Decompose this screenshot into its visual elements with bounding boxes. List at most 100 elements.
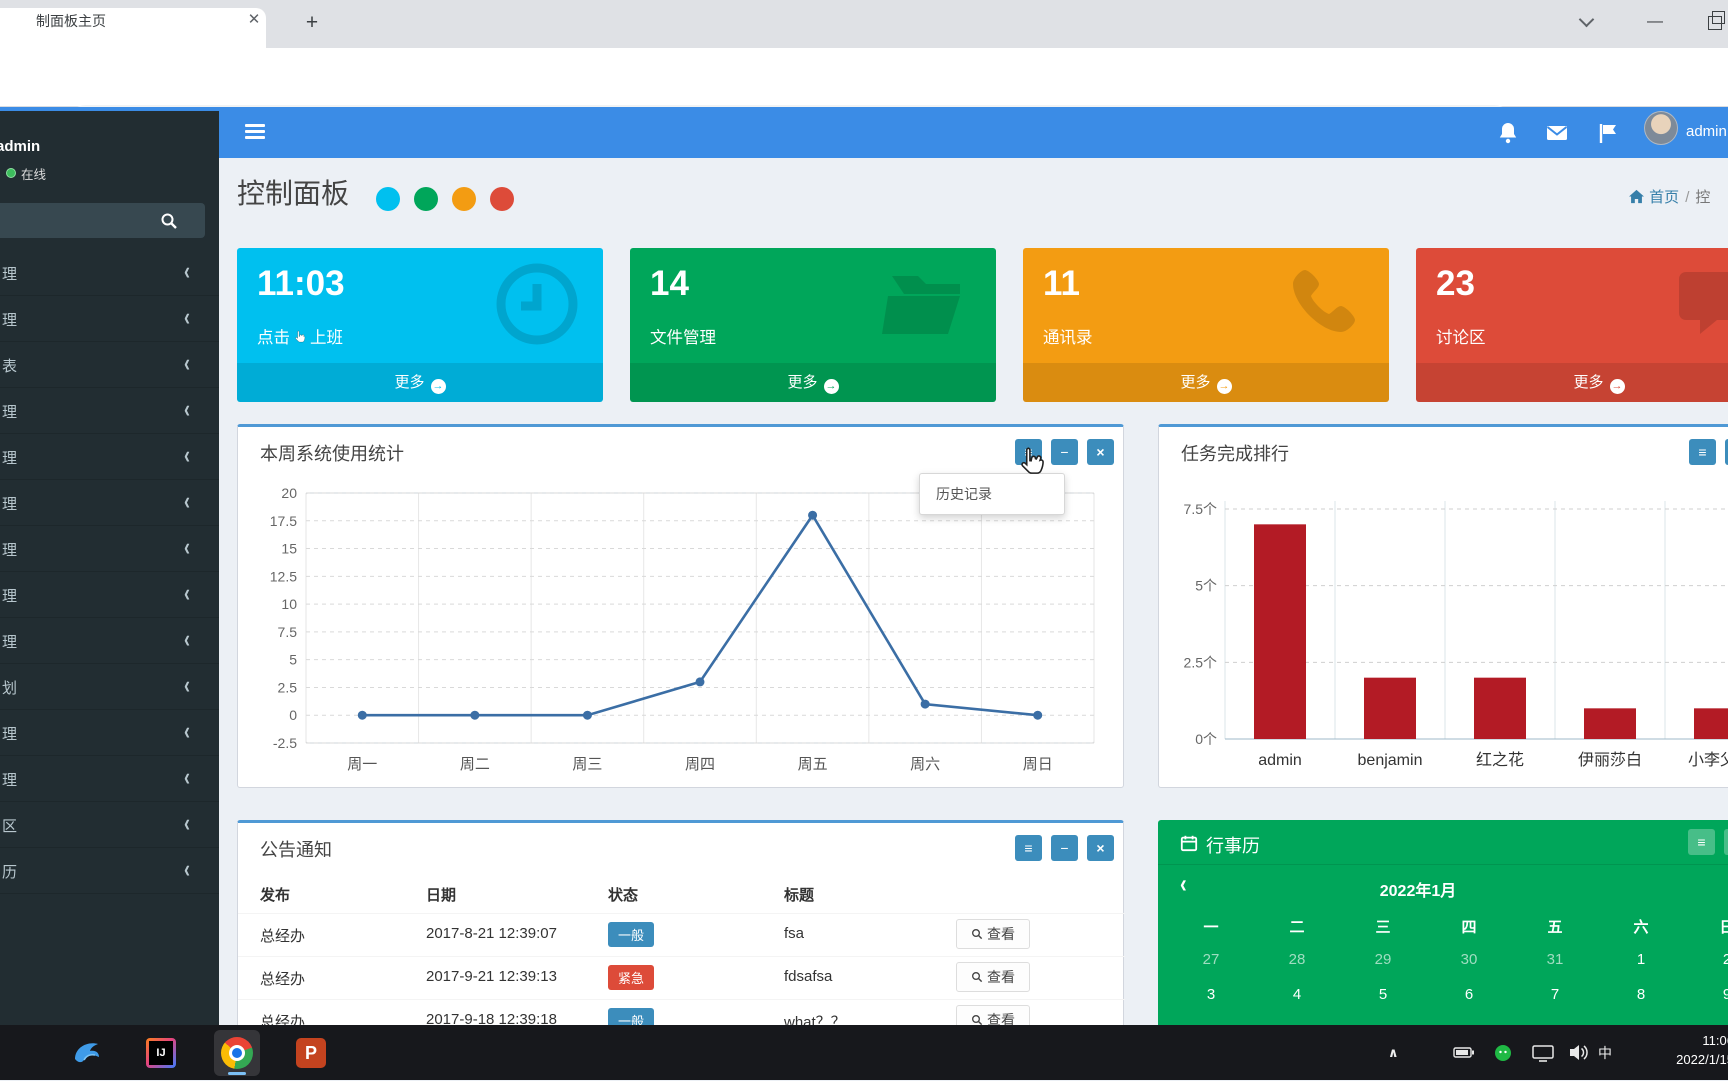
intellij-icon: IJ: [146, 1038, 176, 1068]
calendar-day[interactable]: 31: [1512, 951, 1598, 968]
search-icon[interactable]: [152, 208, 186, 234]
calendar-day[interactable]: 28: [1254, 951, 1340, 968]
info-box-more-link[interactable]: 更多→: [237, 363, 603, 402]
breadcrumb-home-link[interactable]: 首页: [1649, 189, 1679, 206]
calendar-day[interactable]: 29: [1340, 951, 1426, 968]
panel-minimize-icon[interactable]: −: [1051, 439, 1078, 465]
menu-item-label: 理: [2, 401, 17, 422]
sidebar-toggle-icon[interactable]: [245, 124, 265, 140]
panel-minimize-icon[interactable]: −: [1724, 829, 1728, 855]
dolphin-icon: [71, 1037, 103, 1069]
info-box-more-link[interactable]: 更多→: [1023, 363, 1389, 402]
sidebar-menu-item[interactable]: 理‹: [0, 618, 219, 664]
messages-envelope-icon[interactable]: [1544, 120, 1570, 146]
status-badge: 紧急: [608, 965, 654, 990]
calendar-day[interactable]: 7: [1512, 986, 1598, 1003]
taskbar-intellij-app[interactable]: IJ: [138, 1030, 184, 1076]
cell-status: 紧急: [608, 968, 654, 993]
info-box-clockin[interactable]: 11:03点击上班更多→: [237, 248, 603, 402]
user-avatar[interactable]: [1644, 111, 1678, 145]
info-box-more-link[interactable]: 更多→: [630, 363, 996, 402]
panel-title: 行事历: [1206, 832, 1260, 858]
panel-minimize-icon[interactable]: −: [1051, 835, 1078, 861]
sidebar-menu-item[interactable]: 理‹: [0, 296, 219, 342]
tab-close-icon[interactable]: ✕: [244, 10, 264, 30]
sidebar-menu-item[interactable]: 理‹: [0, 480, 219, 526]
battery-icon[interactable]: [1452, 1025, 1476, 1080]
tray-date: 2022/1/15: [1638, 1051, 1728, 1070]
chevron-left-icon: ‹: [184, 717, 190, 746]
phone-icon: [1275, 256, 1371, 357]
sidebar-menu-item[interactable]: 区‹: [0, 802, 219, 848]
svg-text:2.5个: 2.5个: [1184, 654, 1217, 670]
panel-collapse-list-icon[interactable]: ≡: [1015, 835, 1042, 861]
online-dot-icon: [6, 168, 16, 178]
taskbar-powerpoint-app[interactable]: P: [288, 1030, 334, 1076]
calendar-day[interactable]: 6: [1426, 986, 1512, 1003]
info-box-files[interactable]: 14文件管理更多→: [630, 248, 996, 402]
wechat-tray-icon[interactable]: [1494, 1025, 1512, 1080]
info-box-contacts[interactable]: 11通讯录更多→: [1023, 248, 1389, 402]
speaker-icon[interactable]: [1566, 1025, 1590, 1080]
navbar-username[interactable]: admin: [1686, 123, 1727, 140]
sidebar-menu-item[interactable]: 理‹: [0, 756, 219, 802]
window-restore-button[interactable]: [1708, 16, 1722, 30]
svg-text:0: 0: [289, 707, 297, 723]
tray-show-hidden-icon[interactable]: ∧: [1388, 1025, 1399, 1080]
svg-text:2.5: 2.5: [278, 679, 298, 695]
new-tab-button[interactable]: +: [300, 12, 324, 36]
task-ranking-bar-chart: 0个2.5个5个7.5个adminbenjamin红之花伊丽莎白小李父期: [1163, 479, 1728, 784]
info-box-more-link[interactable]: 更多→: [1416, 363, 1728, 402]
menu-item-label: 历: [2, 861, 17, 882]
chevron-left-icon: ‹: [184, 533, 190, 562]
calendar-weekday: 六: [1598, 916, 1684, 937]
menu-item-label: 理: [2, 447, 17, 468]
calendar-prev-icon[interactable]: ‹: [1180, 871, 1187, 901]
sidebar-menu-item[interactable]: 理‹: [0, 710, 219, 756]
window-minimize-button[interactable]: —: [1642, 10, 1668, 36]
calendar-day[interactable]: 4: [1254, 986, 1340, 1003]
arrow-circle-icon: →: [431, 379, 446, 394]
panel-collapse-list-icon[interactable]: ≡: [1688, 829, 1715, 855]
menu-item-label: 理: [2, 585, 17, 606]
calendar-day[interactable]: 1: [1598, 951, 1684, 968]
calendar-day[interactable]: 5: [1340, 986, 1426, 1003]
ime-indicator[interactable]: 中: [1598, 1025, 1612, 1080]
svg-text:周二: 周二: [460, 756, 490, 773]
sidebar-menu-item[interactable]: 理‹: [0, 250, 219, 296]
sidebar-menu-item[interactable]: 理‹: [0, 388, 219, 434]
calendar-day[interactable]: 27: [1168, 951, 1254, 968]
online-status: 在线: [6, 164, 46, 183]
notifications-bell-icon[interactable]: [1495, 120, 1521, 146]
panel-close-icon[interactable]: ×: [1087, 439, 1114, 465]
panel-close-icon[interactable]: ×: [1087, 835, 1114, 861]
panel-collapse-list-icon[interactable]: ≡: [1689, 439, 1716, 465]
sidebar-menu-item[interactable]: 划‹: [0, 664, 219, 710]
calendar-day[interactable]: 3: [1168, 986, 1254, 1003]
info-box-forum[interactable]: 23讨论区更多→: [1416, 248, 1728, 402]
calendar-weekday: 三: [1340, 916, 1426, 937]
svg-text:周四: 周四: [685, 756, 715, 773]
page-title: 控制面板: [237, 172, 349, 212]
sidebar-search-input[interactable]: [0, 203, 205, 238]
sidebar-menu-item[interactable]: 理‹: [0, 572, 219, 618]
taskbar-chrome-app[interactable]: [214, 1030, 260, 1076]
panel-collapse-list-icon[interactable]: ≡: [1015, 439, 1042, 465]
sidebar-menu-item[interactable]: 理‹: [0, 526, 219, 572]
sidebar-menu-item[interactable]: 历‹: [0, 848, 219, 894]
network-monitor-icon[interactable]: [1530, 1025, 1556, 1080]
calendar-day[interactable]: 9: [1684, 986, 1728, 1003]
calendar-day[interactable]: 2: [1684, 951, 1728, 968]
calendar-day[interactable]: 30: [1426, 951, 1512, 968]
taskbar-clock[interactable]: 11:06 2022/1/15: [1638, 1032, 1728, 1070]
info-box-label: 点击上班: [257, 324, 343, 348]
taskbar-dolphin-app[interactable]: [64, 1030, 110, 1076]
tab-search-chevron-icon[interactable]: [1576, 12, 1596, 32]
calendar-month-label: 2022年1月: [1238, 877, 1598, 901]
flag-icon[interactable]: [1595, 120, 1621, 146]
view-button[interactable]: 查看: [956, 962, 1030, 992]
sidebar-menu-item[interactable]: 理‹: [0, 434, 219, 480]
sidebar-menu-item[interactable]: 表‹: [0, 342, 219, 388]
view-button[interactable]: 查看: [956, 919, 1030, 949]
calendar-day[interactable]: 8: [1598, 986, 1684, 1003]
